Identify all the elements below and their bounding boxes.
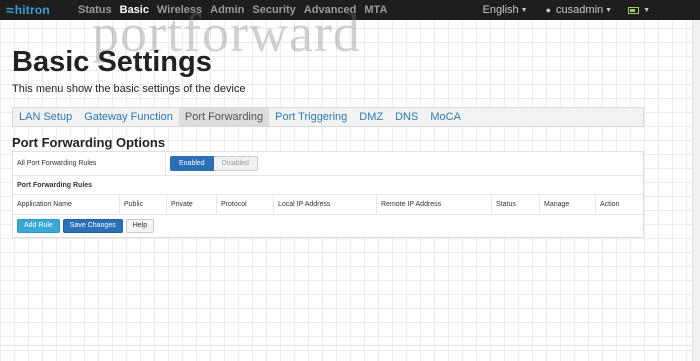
- nav-mta[interactable]: MTA: [360, 0, 391, 20]
- column-status: Status: [491, 195, 539, 214]
- nav-admin[interactable]: Admin: [206, 0, 248, 20]
- user-name: cusadmin: [556, 4, 604, 16]
- logo-wave-icon: ≈: [6, 2, 14, 18]
- all-rules-label: All Port Forwarding Rules: [17, 160, 97, 167]
- footer-divider: [0, 345, 692, 346]
- page-subtitle: This menu show the basic settings of the…: [12, 83, 246, 95]
- nav-security[interactable]: Security: [248, 0, 299, 20]
- tab-moca[interactable]: MoCA: [424, 108, 467, 126]
- tab-gateway-function[interactable]: Gateway Function: [78, 108, 179, 126]
- add-rule-button[interactable]: Add Rule: [17, 219, 60, 233]
- nav-advanced[interactable]: Advanced: [300, 0, 361, 20]
- column-action: Action: [595, 195, 643, 214]
- tab-port-forwarding[interactable]: Port Forwarding: [178, 108, 270, 126]
- column-remote-ip: Remote IP Address: [376, 195, 491, 214]
- rules-table-header: Application Name Public Private Protocol…: [13, 194, 643, 215]
- tab-dns[interactable]: DNS: [389, 108, 424, 126]
- rules-table-title: Port Forwarding Rules: [17, 182, 93, 189]
- logo-text: hitron: [14, 3, 50, 17]
- column-local-ip: Local IP Address: [273, 195, 376, 214]
- hitron-logo[interactable]: ≈ hitron: [6, 3, 74, 17]
- nav-basic[interactable]: Basic: [116, 0, 153, 20]
- column-protocol: Protocol: [216, 195, 273, 214]
- user-dropdown[interactable]: ● cusadmin ▼: [546, 4, 612, 16]
- user-icon: ●: [545, 5, 552, 15]
- help-button[interactable]: Help: [125, 219, 155, 233]
- language-label: English: [482, 4, 519, 16]
- nav-status[interactable]: Status: [74, 0, 116, 20]
- column-manage: Manage: [539, 195, 595, 214]
- chevron-down-icon: ▼: [643, 6, 650, 14]
- settings-tabs: LAN Setup Gateway Function Port Forwardi…: [12, 107, 644, 127]
- chevron-down-icon: ▼: [520, 6, 528, 14]
- all-rules-row: All Port Forwarding Rules Enabled Disabl…: [13, 152, 643, 176]
- battery-icon: [628, 6, 640, 14]
- status-dropdown[interactable]: ▼: [628, 6, 650, 14]
- language-dropdown[interactable]: English ▼: [483, 4, 528, 16]
- chevron-down-icon: ▼: [605, 6, 613, 14]
- tab-lan-setup[interactable]: LAN Setup: [13, 108, 78, 126]
- rules-button-bar: Add Rule Save Changes Help: [17, 219, 157, 233]
- tab-port-triggering[interactable]: Port Triggering: [269, 108, 353, 126]
- nav-wireless[interactable]: Wireless: [153, 0, 206, 20]
- top-navbar: ≈ hitron Status Basic Wireless Admin Sec…: [0, 0, 700, 20]
- column-application-name: Application Name: [17, 201, 72, 208]
- column-public: Public: [119, 195, 166, 214]
- page-scrollbar[interactable]: [692, 20, 700, 361]
- save-changes-button[interactable]: Save Changes: [62, 219, 123, 233]
- enabled-button[interactable]: Enabled: [170, 156, 214, 171]
- disabled-button[interactable]: Disabled: [213, 156, 258, 171]
- column-private: Private: [166, 195, 216, 214]
- all-rules-toggle: Enabled Disabled: [170, 156, 258, 171]
- page-title: Basic Settings: [12, 46, 212, 78]
- port-forwarding-panel: All Port Forwarding Rules Enabled Disabl…: [12, 151, 644, 238]
- section-title: Port Forwarding Options: [12, 135, 166, 150]
- divider: [165, 152, 166, 175]
- tab-dmz[interactable]: DMZ: [353, 108, 389, 126]
